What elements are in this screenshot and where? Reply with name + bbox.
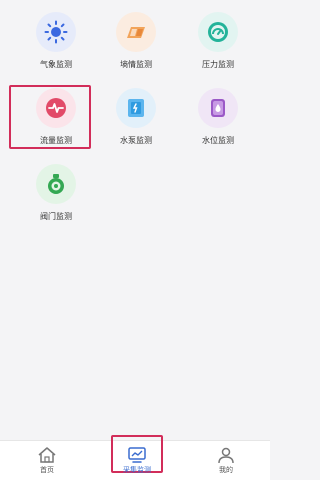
valve-icon-circle — [36, 164, 76, 204]
module-valve[interactable]: 阀门监测 — [16, 164, 96, 224]
tab-mine[interactable]: 我的 — [196, 441, 256, 480]
module-pump[interactable]: 水泵监测 — [96, 88, 176, 148]
valve-icon — [48, 174, 64, 194]
pump-icon — [128, 99, 144, 117]
monitor-icon — [128, 447, 146, 463]
module-label: 压力监测 — [202, 60, 234, 69]
user-icon — [218, 447, 234, 464]
pulse-icon — [46, 98, 66, 118]
bottom-tab-bar: 首页 采集监测 我的 — [0, 435, 270, 480]
module-label: 流量监测 — [40, 136, 72, 145]
module-pressure[interactable]: 压力监测 — [178, 12, 258, 74]
module-label: 水位监测 — [202, 136, 234, 145]
module-weather[interactable]: 气象监测 — [16, 12, 96, 74]
module-label: 墒情监测 — [120, 60, 152, 69]
module-soil-moisture[interactable]: 墒情监测 — [96, 12, 176, 74]
pump-icon-circle — [116, 88, 156, 128]
tab-collection-monitoring[interactable]: 采集监测 — [107, 441, 167, 480]
tab-home[interactable]: 首页 — [17, 441, 77, 480]
flow-icon-circle — [36, 88, 76, 128]
sun-icon — [44, 20, 68, 44]
tab-label: 采集监测 — [123, 466, 151, 474]
water-level-icon — [211, 99, 225, 117]
pressure-icon-circle — [198, 12, 238, 52]
gauge-icon — [208, 22, 228, 42]
tab-label: 我的 — [219, 466, 233, 474]
tab-label: 首页 — [40, 466, 54, 474]
home-icon — [38, 447, 56, 463]
module-label: 气象监测 — [40, 60, 72, 69]
soil-icon — [127, 27, 145, 38]
weather-icon-circle — [36, 12, 76, 52]
module-label: 阀门监测 — [40, 212, 72, 221]
module-flow[interactable]: 流量监测 — [16, 88, 96, 148]
module-water-level[interactable]: 水位监测 — [178, 88, 258, 148]
collection-monitoring-page: 气象监测 墒情监测 压力监测 流量监测 水泵监测 水位监测 阀门监测 首页 采集… — [0, 0, 270, 480]
module-label: 水泵监测 — [120, 136, 152, 145]
water-level-icon-circle — [198, 88, 238, 128]
soil-icon-circle — [116, 12, 156, 52]
